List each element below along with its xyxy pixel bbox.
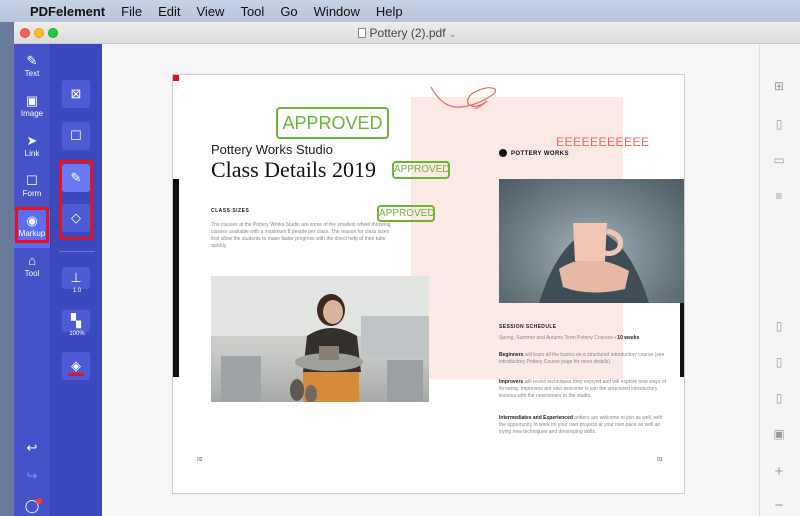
account-icon[interactable]: ◯ — [14, 498, 50, 514]
menu-view[interactable]: View — [197, 4, 225, 19]
current-color-swatch — [68, 373, 84, 376]
typed-text-annotation[interactable]: EEEEEEEEEEE — [556, 135, 650, 149]
improvers-label: Improvers — [499, 379, 524, 385]
page-heading: Class Details 2019 — [211, 157, 376, 182]
improvers-paragraph: Improvers will revisit techniques they e… — [499, 379, 669, 400]
page-icon[interactable]: ▯ — [772, 116, 786, 132]
session-schedule-title: SESSION SCHEDULE — [499, 324, 557, 330]
tool-icon: ⌂ — [28, 253, 36, 268]
pencil-icon: ✎ — [26, 53, 38, 68]
undo-icon[interactable]: ↩ — [14, 440, 50, 456]
intermediate-paragraph: Intermediates and Experienced potters ar… — [499, 415, 669, 436]
approved-stamp-small[interactable]: APPROVED — [377, 205, 435, 222]
pottery-wheel-photo — [211, 276, 429, 402]
markup-toolbar: ⊠ ☐ ✎ ◇ ⊥ 1.0 ▚ 100% ◈ — [50, 44, 102, 516]
pen-eraser-highlight-box — [59, 160, 93, 240]
grid-view-icon[interactable]: ⊞ — [772, 78, 786, 94]
zoom-in-icon[interactable]: + — [772, 464, 786, 480]
session-line: Spring, Summer and Autumn Term Pottery C… — [499, 335, 669, 342]
menu-window[interactable]: Window — [314, 4, 360, 19]
document-canvas[interactable]: Pottery Works Studio Class Details 2019 … — [102, 44, 759, 516]
toolbar-divider — [59, 251, 95, 252]
mug-photo — [499, 179, 684, 303]
stroke-width-button[interactable]: ⊥ — [62, 267, 90, 289]
app-window: Pottery (2).pdf ⌄ ✎ Text ▣ Image ➤ Link … — [14, 22, 800, 516]
tool-link-label: Link — [24, 149, 40, 158]
paint-bucket-icon: ◈ — [71, 358, 81, 373]
stroke-width-icon: ⊥ — [70, 270, 82, 285]
menu-file[interactable]: File — [121, 4, 142, 19]
tool-form[interactable]: ☐ Form — [14, 170, 50, 208]
tool-link[interactable]: ➤ Link — [14, 130, 50, 168]
intermediate-label: Intermediates and Experienced — [499, 415, 573, 421]
brand-logo-text: POTTERY WORKS — [511, 151, 569, 157]
note-icon: ☐ — [70, 128, 82, 143]
menu-app-name[interactable]: PDFelement — [30, 4, 105, 19]
extract-page-icon[interactable]: ▯ — [772, 318, 786, 334]
menubar: PDFelement File Edit View Tool Go Window… — [0, 0, 800, 22]
opacity-value: 100% — [69, 331, 85, 337]
page-number-left: 02 — [197, 457, 203, 463]
studio-subtitle: Pottery Works Studio — [211, 142, 333, 157]
beginners-label: Beginners — [499, 352, 524, 358]
tool-image[interactable]: ▣ Image — [14, 90, 50, 128]
beginners-paragraph: Beginners will learn all the basics on a… — [499, 352, 669, 366]
document-title[interactable]: Pottery (2).pdf ⌄ — [14, 26, 800, 40]
tool-text[interactable]: ✎ Text — [14, 50, 50, 88]
class-sizes-title: CLASS SIZES — [211, 208, 250, 214]
close-box-icon: ⊠ — [70, 86, 82, 101]
bookmark-icon[interactable]: ▭ — [772, 152, 786, 168]
tool-tool[interactable]: ⌂ Tool — [14, 250, 50, 288]
tool-image-label: Image — [20, 109, 44, 118]
opacity-icon: ▚ — [71, 313, 81, 328]
form-icon: ☐ — [26, 173, 38, 188]
class-sizes-text: The classes at the Pottery Works Studio … — [211, 222, 391, 249]
opacity-button[interactable]: ▚ — [62, 310, 90, 332]
link-icon: ➤ — [26, 133, 38, 148]
tool-text-label: Text — [24, 69, 40, 78]
redo-icon[interactable]: ↪ — [14, 468, 50, 484]
shape-tool-button[interactable]: ⊠ — [62, 80, 90, 108]
pdf-file-icon — [357, 28, 366, 38]
chevron-down-icon[interactable]: ⌄ — [449, 29, 457, 39]
right-sidebar: ⊞ ▯ ▭ ≡ ▯ ▯ ▯ ▣ + − — [759, 44, 800, 516]
title-bar: Pottery (2).pdf ⌄ — [14, 22, 800, 44]
list-icon[interactable]: ≡ — [772, 188, 786, 204]
approved-stamp-large[interactable]: APPROVED — [276, 107, 389, 139]
insert-page-icon[interactable]: ▯ — [772, 354, 786, 370]
tool-tool-label: Tool — [24, 269, 40, 278]
crop-page-icon[interactable]: ▣ — [772, 426, 786, 442]
session-weeks: - 10 weeks — [614, 335, 640, 341]
drawing-highlight-box — [173, 75, 179, 81]
improvers-text: will revisit techniques they enjoyed and… — [499, 379, 667, 399]
tool-form-label: Form — [22, 189, 42, 198]
zoom-out-icon[interactable]: − — [772, 498, 786, 514]
stroke-width-value: 1.0 — [72, 288, 82, 294]
left-black-bar — [173, 179, 179, 377]
session-line-text: Spring, Summer and Autumn Term Pottery C… — [499, 335, 613, 341]
menu-go[interactable]: Go — [280, 4, 297, 19]
pdf-page-spread[interactable]: Pottery Works Studio Class Details 2019 … — [172, 74, 685, 494]
notification-dot — [36, 498, 42, 504]
freehand-drawing[interactable] — [425, 79, 515, 123]
brand-logo-mark — [499, 149, 507, 157]
menu-tool[interactable]: Tool — [240, 4, 264, 19]
document-title-text: Pottery (2).pdf — [369, 26, 446, 40]
replace-page-icon[interactable]: ▯ — [772, 390, 786, 406]
page-number-right: 03 — [657, 457, 663, 463]
markup-highlight-box — [15, 207, 49, 243]
menu-help[interactable]: Help — [376, 4, 403, 19]
beginners-text: will learn all the basics on a structure… — [499, 352, 665, 365]
brand-logo: POTTERY WORKS — [499, 149, 569, 157]
approved-stamp-small[interactable]: APPROVED — [392, 161, 450, 179]
image-icon: ▣ — [25, 93, 39, 108]
note-tool-button[interactable]: ☐ — [62, 122, 90, 150]
left-toolbar: ✎ Text ▣ Image ➤ Link ☐ Form ◉ Markup ⌂ … — [14, 44, 50, 516]
menu-edit[interactable]: Edit — [158, 4, 180, 19]
